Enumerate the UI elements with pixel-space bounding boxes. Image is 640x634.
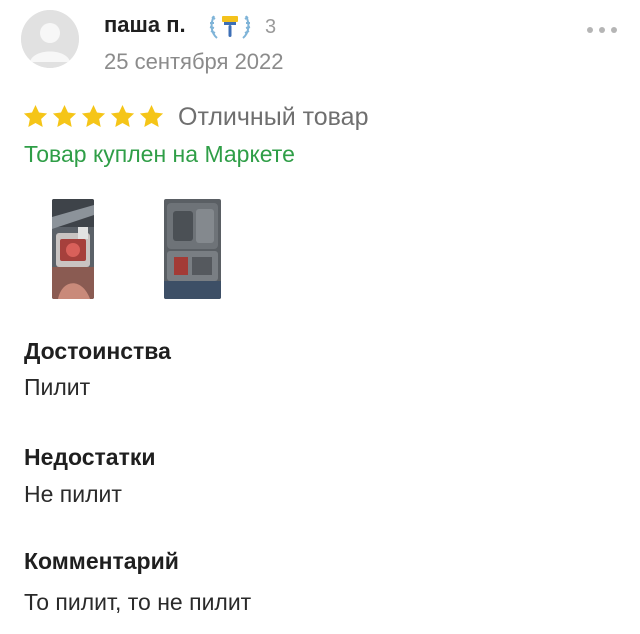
review-date: 25 сентября 2022 (104, 49, 284, 74)
purchase-verified-note: Товар куплен на Маркете (24, 141, 295, 167)
review-photo-thumbnail[interactable] (52, 199, 94, 299)
star-icon (23, 104, 48, 127)
cons-text: Не пилит (24, 481, 122, 507)
pros-text: Пилит (24, 374, 91, 400)
more-options-button[interactable] (584, 22, 620, 38)
photo-image (164, 199, 221, 299)
paintbrush-badge-icon (207, 11, 253, 41)
rating: Отличный товар (22, 96, 369, 136)
pros-title: Достоинства (24, 338, 171, 364)
author-name[interactable]: паша п. (104, 12, 186, 38)
badge-count: 3 (265, 16, 277, 38)
avatar[interactable] (21, 10, 79, 68)
comment-text: То пилит, то не пилит (24, 589, 252, 615)
rating-label: Отличный товар (178, 102, 369, 131)
comment-title: Комментарий (24, 548, 179, 574)
star-icon (81, 104, 106, 127)
star-icon (139, 104, 164, 127)
ellipsis-icon (587, 27, 617, 33)
review-photo-thumbnail[interactable] (164, 199, 221, 299)
star-icon (110, 104, 135, 127)
star-icon (52, 104, 77, 127)
user-silhouette-icon (21, 10, 79, 68)
photo-image (52, 199, 94, 299)
star-rating (22, 103, 167, 130)
cons-title: Недостатки (24, 444, 156, 470)
